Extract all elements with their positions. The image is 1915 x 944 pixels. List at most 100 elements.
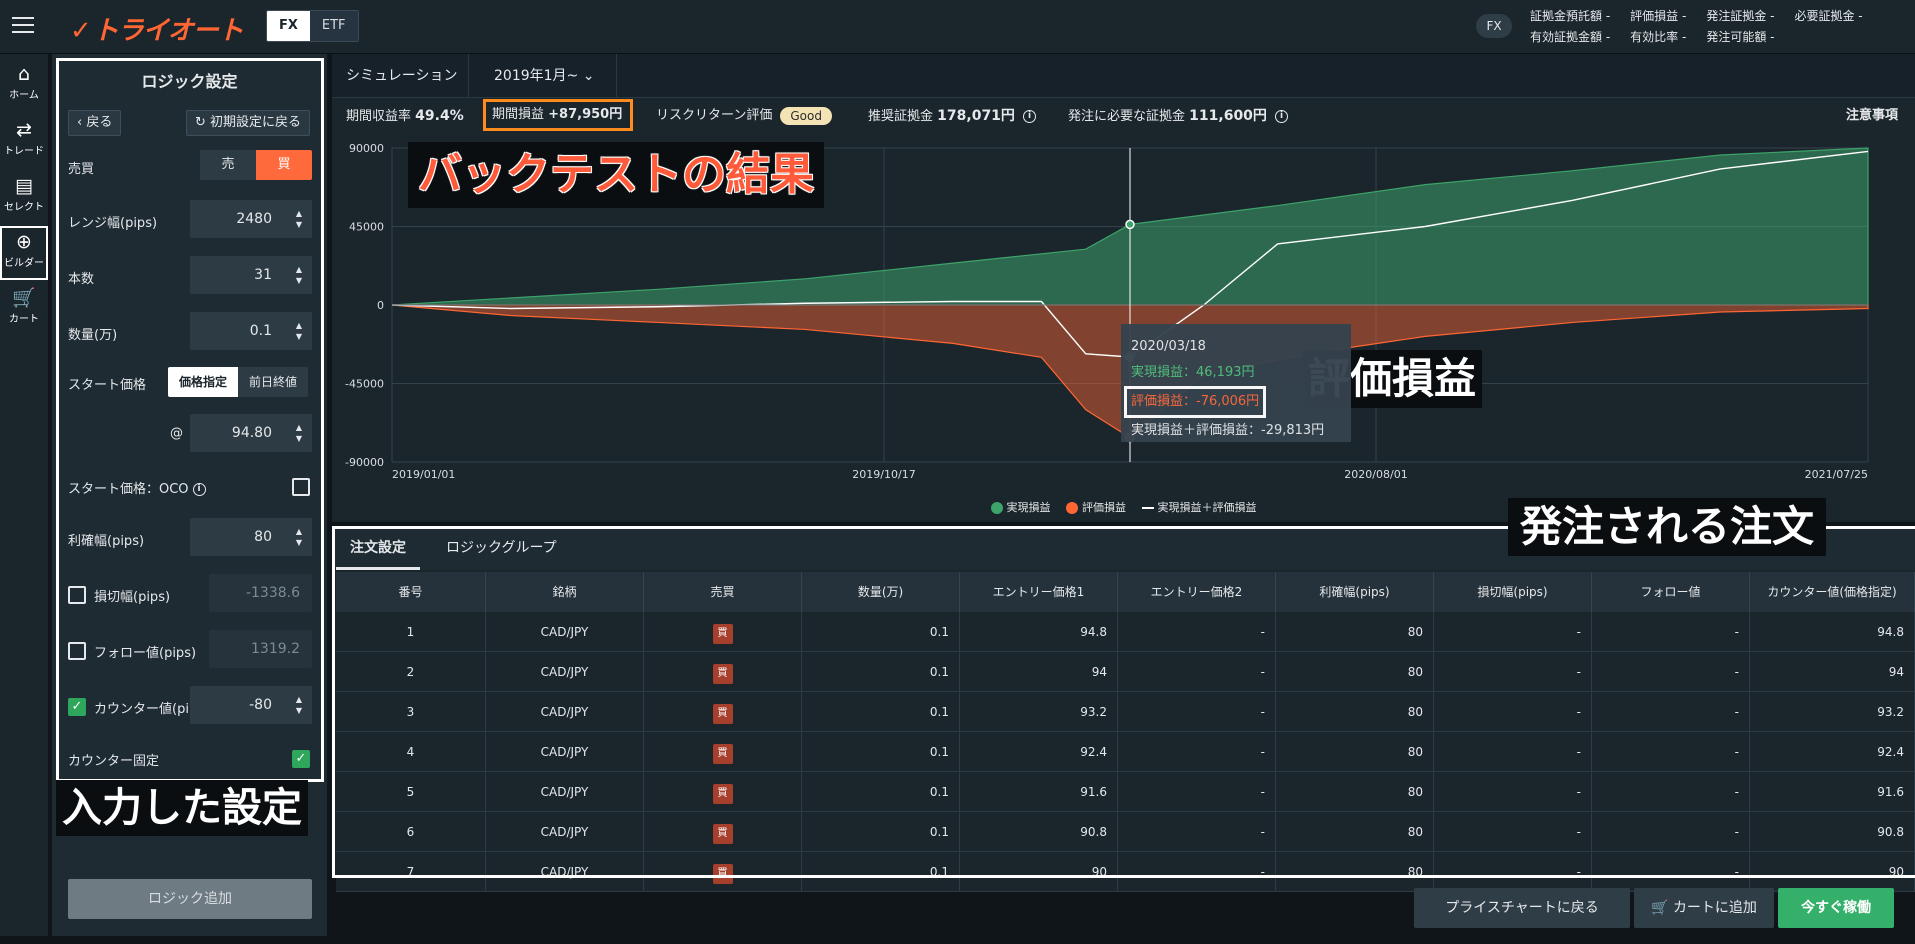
trade-icon: ⇄ (16, 119, 32, 141)
price-specified-option[interactable]: 価格指定 (168, 367, 238, 397)
menu-icon[interactable] (12, 17, 34, 35)
buy-badge: 買 (712, 864, 733, 884)
account-type-chip[interactable]: FX (1476, 14, 1512, 38)
start-price-input[interactable]: 94.80 ▲ ▼ (190, 414, 312, 452)
counter-fixed-label: カウンター固定 (68, 754, 160, 769)
select-icon: ▤ (15, 175, 33, 197)
legend-total[interactable]: 実現損益＋評価損益 (1141, 496, 1257, 520)
start-price-toggle: 価格指定 前日終値 (168, 367, 308, 397)
table-row[interactable]: 2 CAD/JPY 買 0.1 94-80- -94 (336, 652, 1915, 692)
counter-input[interactable]: -80 ▲ ▼ (190, 686, 312, 724)
table-cell: 90.8 (1750, 812, 1915, 852)
table-cell: 80 (1276, 852, 1434, 892)
tab-order-settings[interactable]: 注文設定 (336, 526, 420, 570)
stoploss-input[interactable]: -1338.6 (209, 574, 312, 612)
add-cart-button[interactable]: 🛒 カートに追加 (1634, 888, 1774, 928)
orders-table-header: 番号 銘柄 売買 数量(万) エントリー価格1 エントリー価格2 利確幅(pips) 損切幅(… (336, 572, 1915, 612)
y-tick-label: -45000 (345, 378, 384, 391)
asset-tab-fx[interactable]: FX (267, 11, 310, 41)
simulation-tab[interactable]: シミュレーション (332, 54, 471, 98)
table-row[interactable]: 4 CAD/JPY 買 0.1 92.4-80- -92.4 (336, 732, 1915, 772)
nav-builder[interactable]: ⊕ ビルダー (0, 226, 48, 280)
table-cell: 93.2 (960, 692, 1118, 732)
sell-option[interactable]: 売 (200, 150, 256, 180)
period-yield: 期間収益率 49.4% (346, 108, 464, 124)
previous-close-option[interactable]: 前日終値 (238, 367, 308, 397)
table-cell: CAD/JPY (486, 732, 644, 772)
y-tick-label: 0 (377, 299, 384, 312)
order-now-button[interactable]: 今すぐ稼働 (1778, 888, 1894, 928)
side-cell: 買 (644, 692, 802, 732)
table-cell: 80 (1276, 612, 1434, 652)
nav-trade[interactable]: ⇄ トレード (0, 114, 48, 168)
nav-select[interactable]: ▤ セレクト (0, 170, 48, 224)
legend-realized[interactable]: 実現損益 (990, 496, 1051, 520)
count-label: 本数 (68, 272, 95, 287)
stepper-icon[interactable]: ▲ ▼ (296, 264, 302, 286)
risk-badge: Good (780, 106, 832, 125)
follow-input[interactable]: 1319.2 (209, 630, 312, 668)
nav-home[interactable]: ⌂ ホーム (0, 58, 48, 112)
count-input[interactable]: 31 ▲ ▼ (190, 256, 312, 294)
side-label: 売買 (68, 162, 95, 177)
table-cell: 91.6 (960, 772, 1118, 812)
table-cell: - (1434, 732, 1592, 772)
legend-unrealized[interactable]: 評価損益 (1066, 496, 1126, 520)
tab-logic-group[interactable]: ロジックグループ (432, 526, 571, 570)
column-header: 数量(万) (802, 572, 960, 612)
info-icon[interactable]: i (1023, 110, 1037, 123)
stepper-icon[interactable]: ▲ ▼ (296, 526, 302, 548)
table-cell: - (1118, 652, 1276, 692)
info-icon[interactable]: i (192, 483, 206, 496)
side-cell: 買 (644, 732, 802, 772)
follow-checkbox[interactable] (68, 642, 86, 660)
table-cell: 94.8 (1750, 612, 1915, 652)
table-cell: 0.1 (802, 652, 960, 692)
x-tick-label: 2019/10/17 (852, 468, 915, 481)
buy-badge: 買 (712, 784, 733, 804)
table-row[interactable]: 7 CAD/JPY 買 0.1 90-80- -90 (336, 852, 1915, 892)
nav-cart[interactable]: 🛒 カート (0, 282, 48, 336)
range-input[interactable]: 2480 ▲ ▼ (190, 200, 312, 238)
column-header: 損切幅(pips) (1434, 572, 1592, 612)
info-icon[interactable]: i (1275, 110, 1289, 123)
price-chart-button[interactable]: プライスチャートに戻る (1414, 888, 1630, 928)
oco-checkbox[interactable] (292, 478, 310, 496)
table-cell: - (1118, 612, 1276, 652)
table-cell: CAD/JPY (486, 772, 644, 812)
table-cell: 80 (1276, 652, 1434, 692)
stepper-icon[interactable]: ▲ ▼ (296, 320, 302, 342)
table-cell: 92.4 (1750, 732, 1915, 772)
orders-section: 注文設定 ロジックグループ 番号 銘柄 売買 数量(万) エントリー価格1 エントリー価格… (332, 526, 1915, 892)
period-select[interactable]: 2019年1月~ ⌄ (480, 54, 608, 98)
asset-tab-etf[interactable]: ETF (309, 11, 358, 41)
back-button[interactable]: ‹ 戻る (68, 110, 122, 136)
side-cell: 買 (644, 612, 802, 652)
add-logic-button[interactable]: ロジック追加 (68, 879, 312, 919)
stepper-icon[interactable]: ▲ ▼ (296, 694, 302, 716)
quantity-input[interactable]: 0.1 ▲ ▼ (190, 312, 312, 350)
table-cell: - (1592, 852, 1750, 892)
column-header: カウンター値(価格指定) (1750, 572, 1915, 612)
table-row[interactable]: 5 CAD/JPY 買 0.1 91.6-80- -91.6 (336, 772, 1915, 812)
table-cell: - (1434, 772, 1592, 812)
table-row[interactable]: 3 CAD/JPY 買 0.1 93.2-80- -93.2 (336, 692, 1915, 732)
stepper-icon[interactable]: ▲ ▼ (296, 422, 302, 444)
reset-button[interactable]: ↻ 初期設定に戻る (186, 110, 311, 136)
buy-option[interactable]: 買 (256, 150, 312, 180)
buy-badge: 買 (712, 624, 733, 644)
profit-input[interactable]: 80 ▲ ▼ (190, 518, 312, 556)
table-cell: - (1592, 692, 1750, 732)
top-bar: ✓トライオート FX ETF FX 証拠金預託額 - 評価損益 - 発注証拠金 … (0, 0, 1915, 54)
table-row[interactable]: 6 CAD/JPY 買 0.1 90.8-80- -90.8 (336, 812, 1915, 852)
notes-link[interactable]: 注意事項 (1846, 98, 1898, 134)
counter-fixed-checkbox[interactable]: ✓ (292, 750, 310, 768)
table-row[interactable]: 1 CAD/JPY 買 0.1 94.8-80- -94.8 (336, 612, 1915, 652)
stoploss-checkbox[interactable] (68, 586, 86, 604)
logo[interactable]: ✓トライオート (70, 10, 244, 47)
counter-checkbox[interactable]: ✓ (68, 698, 86, 716)
stepper-icon[interactable]: ▲ ▼ (296, 208, 302, 230)
refresh-icon: ↻ (195, 115, 211, 130)
follow-label: フォロー値(pips) (94, 646, 197, 661)
table-cell: 1 (336, 612, 486, 652)
